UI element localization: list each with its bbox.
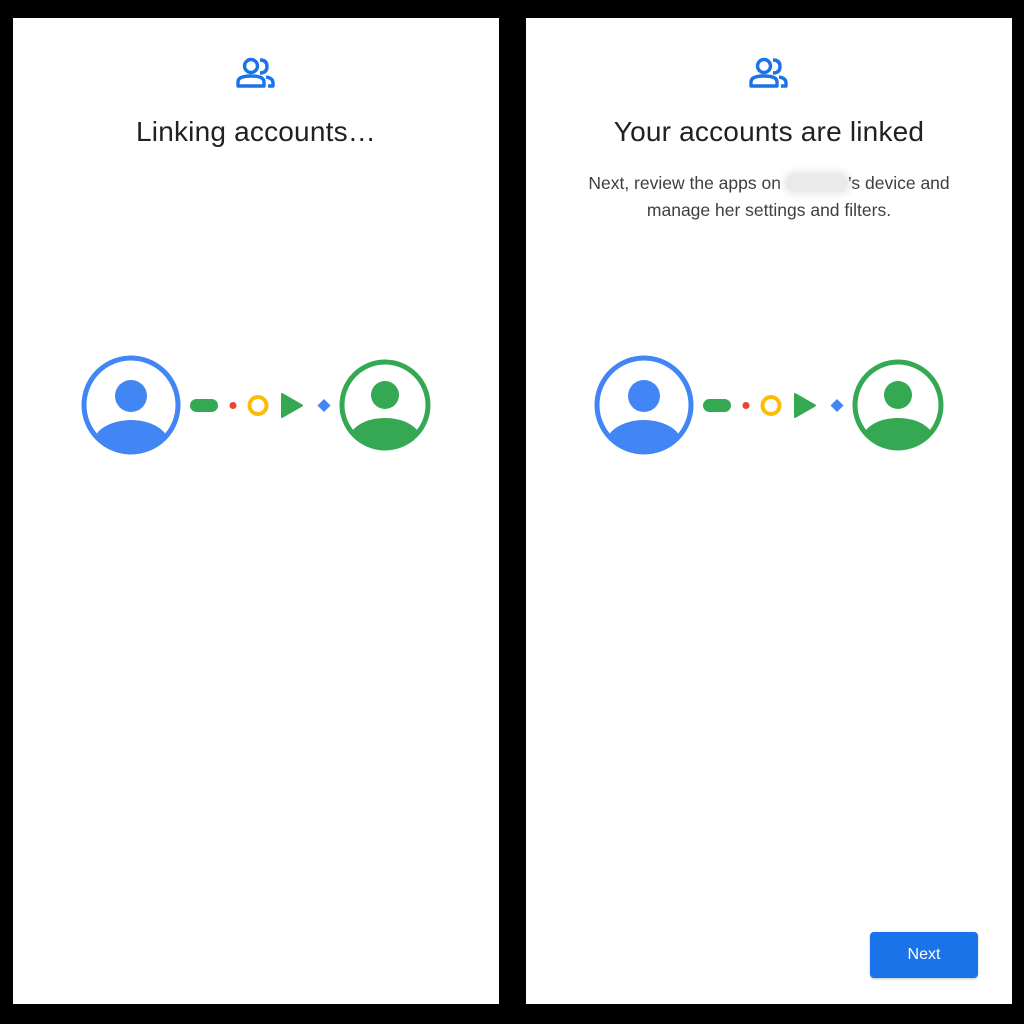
parent-avatar-icon (81, 355, 181, 455)
people-icon (749, 57, 788, 88)
link-dot-red (229, 402, 237, 409)
page-subtitle: Next, review the apps on ’s device and m… (566, 170, 972, 224)
child-avatar-icon (339, 359, 431, 451)
parent-avatar-icon (594, 355, 694, 455)
account-link-illustration (81, 355, 431, 455)
link-triangle-green (281, 393, 303, 418)
subtitle-text-start: Next, review the apps on (588, 173, 786, 193)
link-dash-green (190, 399, 218, 412)
link-ring-yellow (760, 395, 782, 416)
account-link-illustration (594, 355, 944, 455)
link-diamond-blue (830, 399, 844, 412)
link-triangle-green (794, 393, 816, 418)
link-dash-green (703, 399, 731, 412)
link-dot-red (742, 402, 750, 409)
linking-screen: Linking accounts… (13, 18, 499, 1004)
child-avatar-icon (852, 359, 944, 451)
link-diamond-blue (317, 399, 331, 412)
next-button[interactable]: Next (870, 932, 978, 978)
linked-screen: Your accounts are linked Next, review th… (526, 18, 1012, 1004)
page-title: Linking accounts… (136, 116, 376, 147)
page-title: Your accounts are linked (613, 116, 925, 147)
people-icon (236, 57, 275, 88)
redacted-child-name (785, 174, 848, 192)
link-ring-yellow (247, 395, 269, 416)
